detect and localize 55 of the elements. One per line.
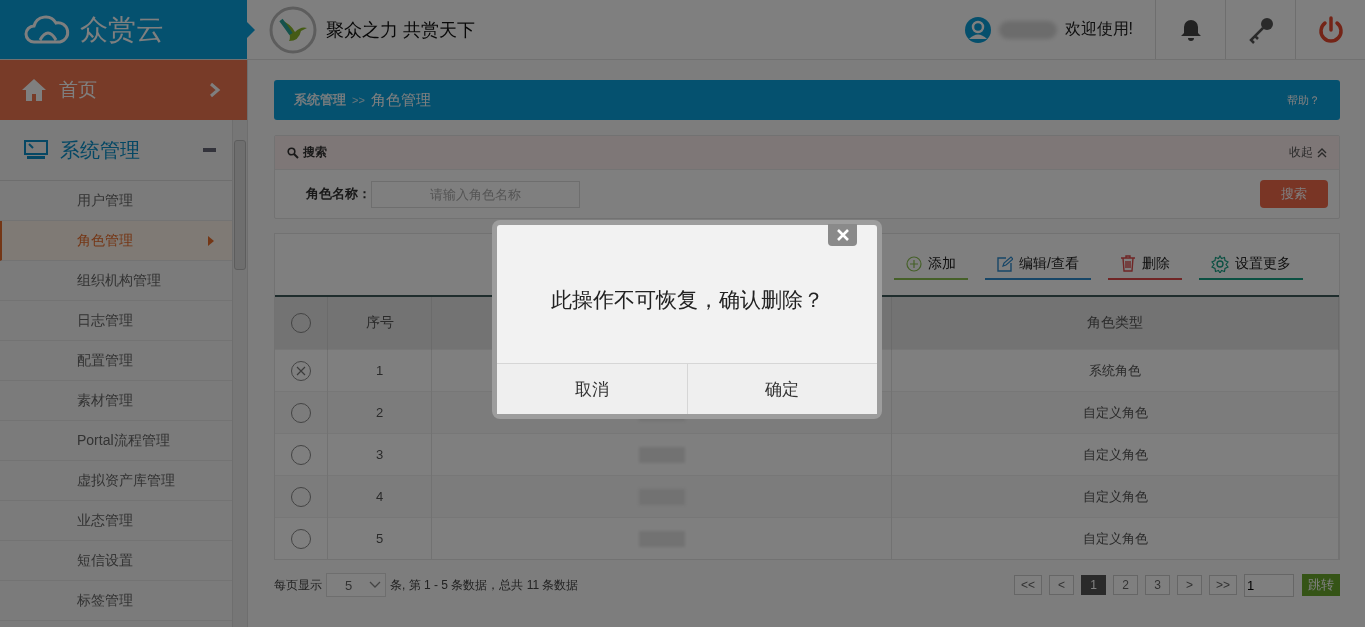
table-cell: 4	[327, 475, 432, 518]
page-button[interactable]: 3	[1145, 575, 1170, 595]
double-chevron-up-icon	[1317, 147, 1327, 158]
page-button[interactable]: >>	[1209, 575, 1237, 595]
page-button[interactable]: >	[1177, 575, 1202, 595]
logo-text: 众赏云	[80, 12, 164, 47]
role-name-label: 角色名称：	[306, 185, 371, 203]
page-button[interactable]: 1	[1081, 575, 1106, 595]
welcome-text: 欢迎使用!	[1064, 19, 1133, 39]
per-page-label: 每页显示	[274, 576, 322, 594]
search-panel-title: 搜索	[303, 144, 327, 161]
page-button[interactable]: <<	[1013, 575, 1042, 595]
help-link[interactable]: 帮助？	[1287, 92, 1320, 108]
bird-logo-icon	[269, 5, 317, 54]
chevron-right-icon	[209, 82, 221, 98]
plus-circle-icon	[906, 255, 923, 272]
table-cell: 2	[327, 391, 432, 434]
column-header: 序号	[327, 297, 432, 350]
search-button[interactable]: 搜索	[1260, 180, 1328, 208]
table-cell: 自定义角色	[891, 475, 1339, 518]
triangle-right-icon	[208, 235, 214, 246]
dialog-button[interactable]: 确定	[686, 364, 877, 414]
breadcrumb-separator: >>	[352, 94, 365, 106]
delete-button[interactable]: 删除	[1108, 249, 1182, 280]
pencil-square-icon	[997, 255, 1014, 272]
home-icon	[21, 78, 47, 102]
caret-down-icon	[369, 581, 381, 589]
page-button[interactable]: <	[1049, 575, 1074, 595]
table-cell: 自定义角色	[891, 391, 1339, 434]
sidebar-item[interactable]: 角色管理	[0, 221, 232, 261]
table-cell: 自定义角色	[891, 517, 1339, 559]
page-summary: 条, 第 1 - 5 条数据，总共 11 条数据	[390, 576, 579, 594]
dialog-message: 此操作不可恢复，确认删除？	[550, 287, 824, 313]
jump-button[interactable]: 跳转	[1302, 574, 1340, 596]
cloud-logo-icon	[22, 13, 72, 46]
scrollbar[interactable]	[232, 120, 247, 627]
breadcrumb-link[interactable]: 系统管理	[294, 91, 346, 109]
close-icon[interactable]	[828, 224, 857, 246]
monitor-icon	[24, 140, 48, 160]
add-button[interactable]: 添加	[894, 249, 969, 280]
settings-icon	[1211, 254, 1229, 273]
avatar-icon	[964, 16, 991, 43]
settings-button[interactable]: 设置更多	[1199, 249, 1303, 280]
search-icon	[287, 146, 299, 159]
breadcrumb-current: 角色管理	[370, 90, 431, 110]
trash-icon	[1120, 255, 1136, 272]
edit-button[interactable]: 编辑/查看	[985, 249, 1091, 280]
page-button[interactable]: 2	[1113, 575, 1138, 595]
page-jump-input[interactable]: 1	[1244, 573, 1294, 597]
per-page-select[interactable]: 5	[326, 573, 386, 597]
collapse-link[interactable]: 收起	[1289, 144, 1327, 161]
slogan-text: 聚众之力 共赏天下	[326, 18, 475, 42]
table-cell: 5	[327, 517, 432, 559]
home-menu-item[interactable]: 首页	[0, 60, 247, 120]
column-header: 角色类型	[891, 297, 1339, 350]
